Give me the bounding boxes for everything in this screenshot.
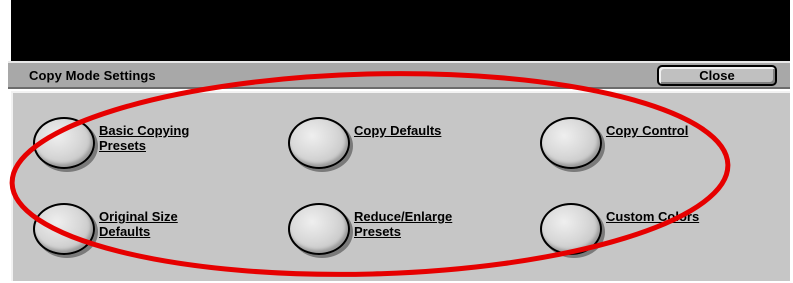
option-label[interactable]: Custom Colors: [606, 209, 746, 224]
top-display-bar: [11, 0, 790, 61]
option-label[interactable]: Reduce/Enlarge Presets: [354, 209, 494, 239]
header-bar: Copy Mode Settings Close: [8, 61, 790, 89]
round-button-icon[interactable]: [540, 203, 602, 255]
settings-panel: Basic Copying Presets Copy Defaults Copy …: [11, 91, 790, 281]
option-label[interactable]: Basic Copying Presets: [99, 123, 239, 153]
round-button-icon[interactable]: [288, 203, 350, 255]
option-label[interactable]: Original Size Defaults: [99, 209, 239, 239]
option-label[interactable]: Copy Control: [606, 123, 746, 138]
round-button-icon[interactable]: [540, 117, 602, 169]
option-label[interactable]: Copy Defaults: [354, 123, 494, 138]
close-button[interactable]: Close: [657, 65, 777, 86]
round-button-icon[interactable]: [288, 117, 350, 169]
round-button-icon[interactable]: [33, 203, 95, 255]
device-screen: Copy Mode Settings Close Basic Copying Pr…: [8, 0, 790, 283]
page-title: Copy Mode Settings: [29, 68, 156, 83]
round-button-icon[interactable]: [33, 117, 95, 169]
